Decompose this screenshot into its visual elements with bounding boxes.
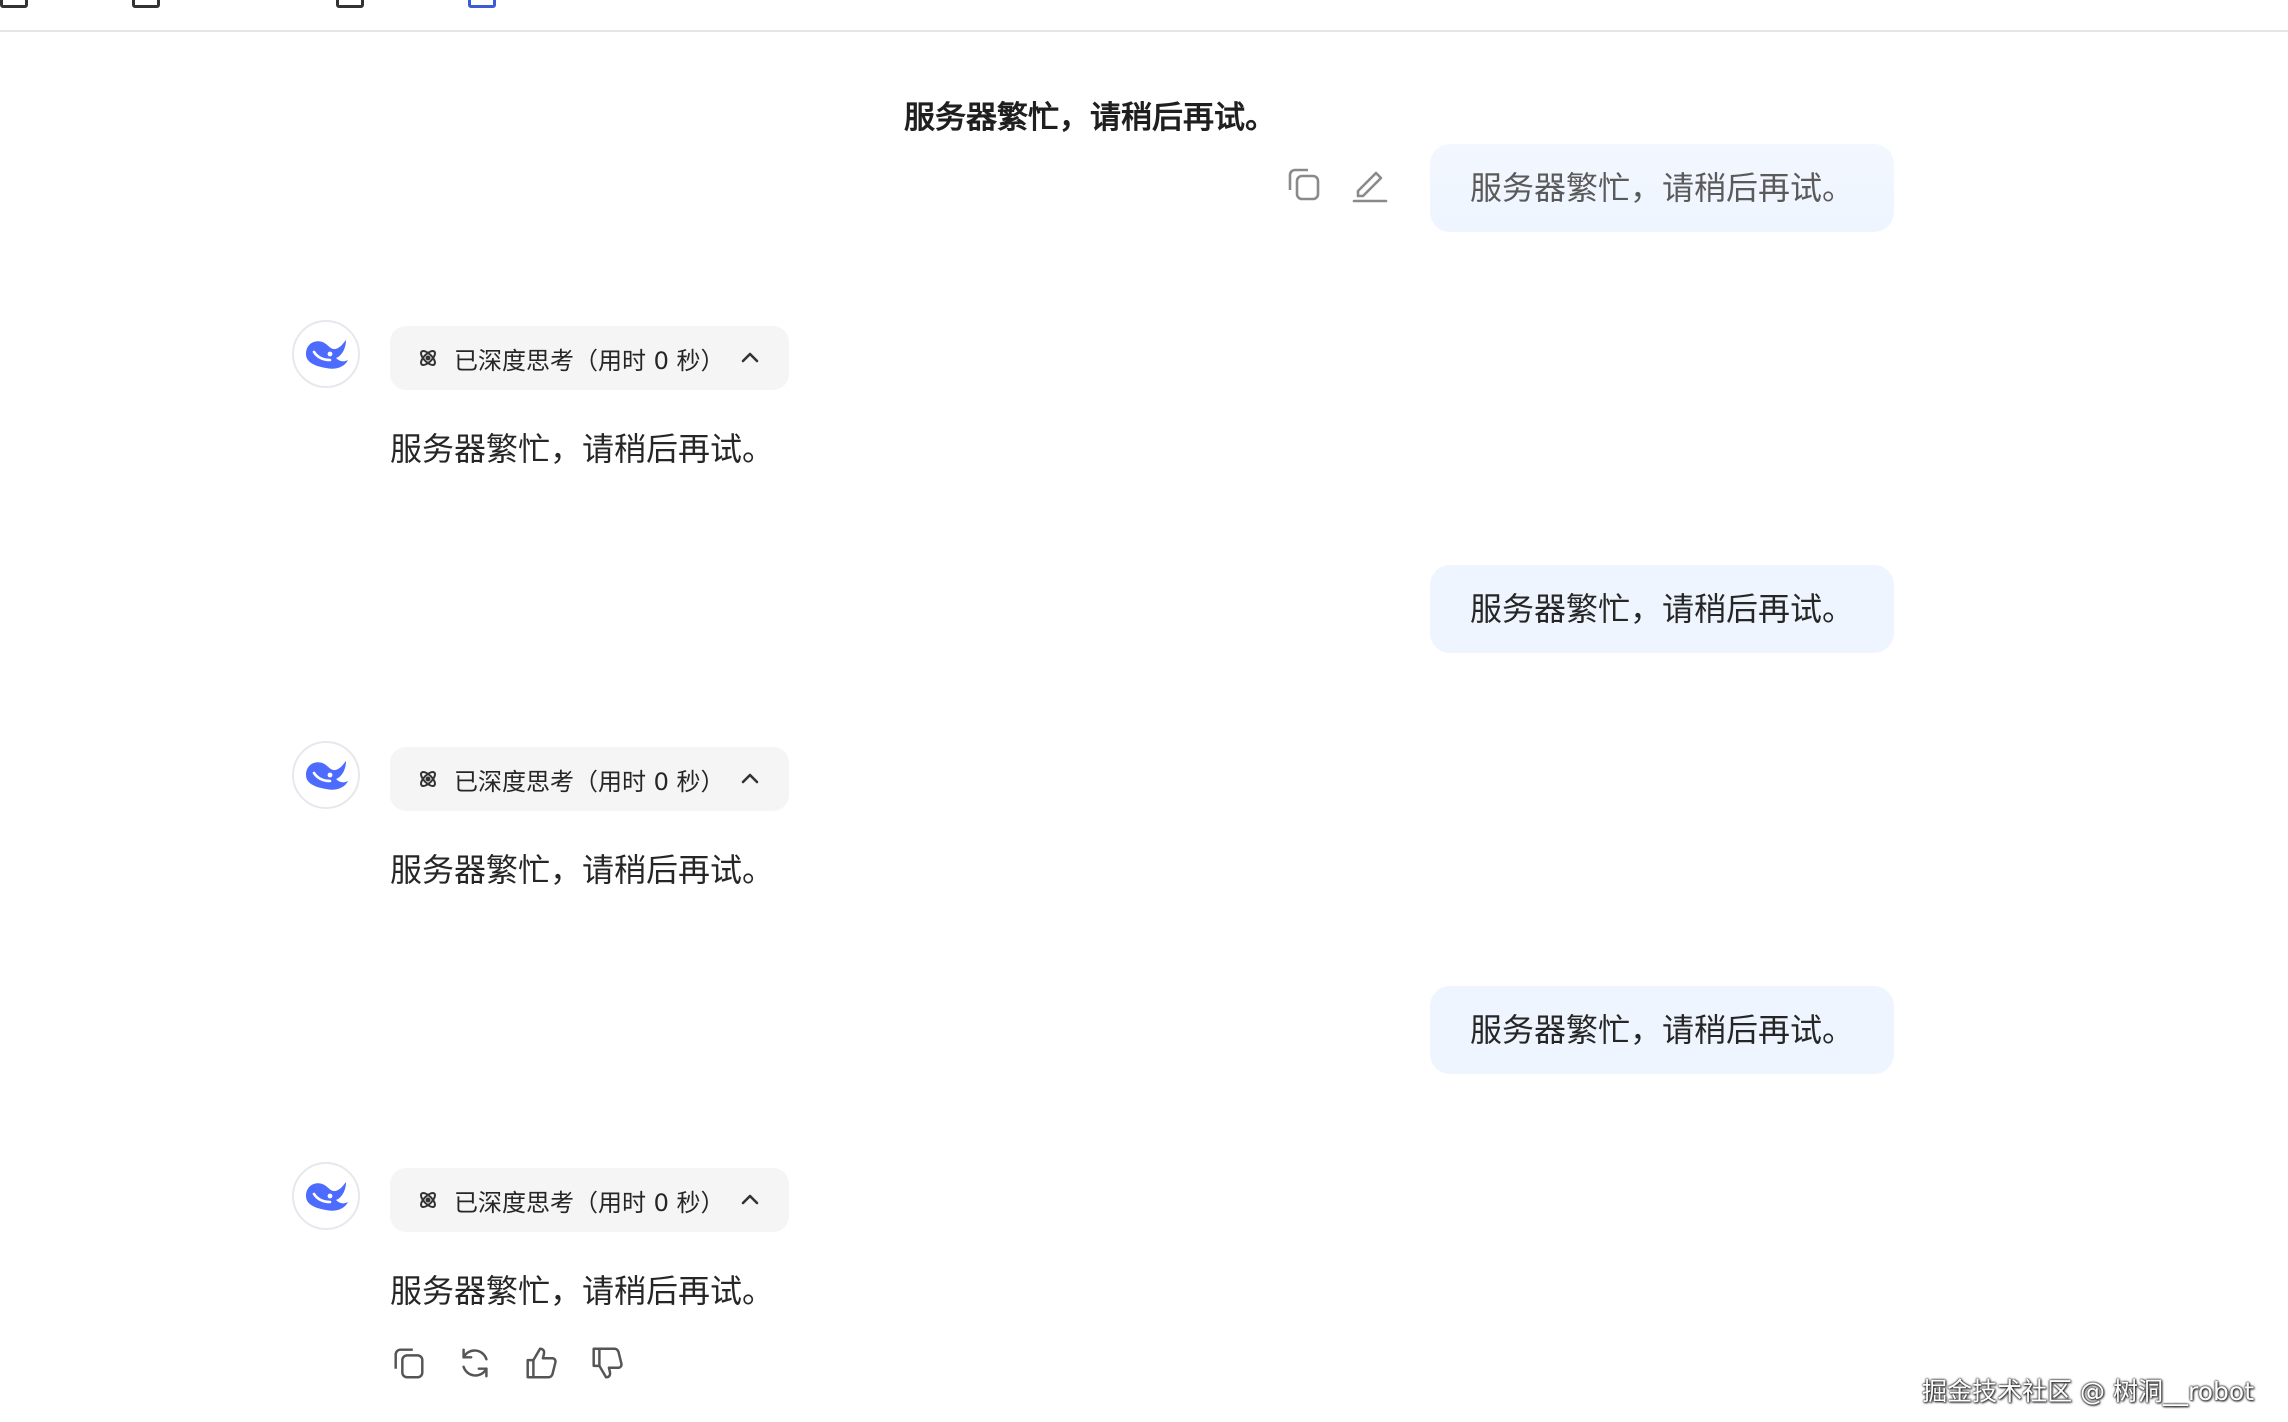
thinking-toggle[interactable]: 已深度思考（用时 0 秒） bbox=[390, 747, 789, 811]
conversation-title: 服务器繁忙，请稍后再试。 bbox=[904, 100, 1276, 136]
bookmark-item[interactable] bbox=[336, 0, 364, 10]
assistant-message-text: 服务器繁忙，请稍后再试。 bbox=[390, 851, 775, 889]
chat-page: 服务器繁忙，请稍后再试。 服务器繁忙，请稍后再试。 已深度思考（用时 0 秒） … bbox=[0, 0, 2288, 1422]
thinking-toggle[interactable]: 已深度思考（用时 0 秒） bbox=[390, 326, 789, 390]
thinking-label: 已深度思考（用时 0 秒） bbox=[454, 346, 725, 375]
thinking-toggle[interactable]: 已深度思考（用时 0 秒） bbox=[390, 1168, 789, 1232]
atom-icon bbox=[416, 767, 440, 791]
whale-logo-icon bbox=[292, 741, 360, 809]
assistant-message-text: 服务器繁忙，请稍后再试。 bbox=[390, 430, 775, 468]
user-message: 服务器繁忙，请稍后再试。 bbox=[1288, 144, 1894, 232]
edit-icon[interactable] bbox=[1350, 164, 1390, 204]
user-message-bubble: 服务器繁忙，请稍后再试。 bbox=[1429, 144, 1894, 232]
assistant-message-text: 服务器繁忙，请稍后再试。 bbox=[390, 1272, 775, 1310]
chevron-up-icon bbox=[739, 347, 761, 369]
copy-icon[interactable] bbox=[1284, 164, 1324, 204]
atom-icon bbox=[416, 1188, 440, 1212]
folder-icon bbox=[132, 0, 160, 8]
watermark: 掘金技术社区 @ 树洞__robot bbox=[1922, 1377, 2254, 1406]
user-message-actions bbox=[1284, 164, 1390, 204]
site-favicon-icon bbox=[468, 0, 496, 8]
bookmarks-bar bbox=[0, 0, 2288, 32]
copy-icon[interactable] bbox=[390, 1344, 428, 1382]
user-message-bubble: 服务器繁忙，请稍后再试。 bbox=[1429, 986, 1894, 1074]
regenerate-icon[interactable] bbox=[456, 1344, 494, 1382]
thinking-label: 已深度思考（用时 0 秒） bbox=[454, 1188, 725, 1217]
thumbs-down-icon[interactable] bbox=[588, 1344, 626, 1382]
bookmark-item[interactable] bbox=[132, 0, 160, 10]
bookmark-item[interactable] bbox=[0, 0, 28, 10]
user-message-bubble: 服务器繁忙，请稍后再试。 bbox=[1429, 565, 1894, 653]
thinking-label: 已深度思考（用时 0 秒） bbox=[454, 767, 725, 796]
assistant-message-actions bbox=[390, 1344, 626, 1382]
bookmark-item[interactable] bbox=[468, 0, 496, 10]
chevron-up-icon bbox=[739, 768, 761, 790]
folder-icon bbox=[0, 0, 28, 8]
chevron-up-icon bbox=[739, 1189, 761, 1211]
whale-logo-icon bbox=[292, 320, 360, 388]
user-message: 服务器繁忙，请稍后再试。 bbox=[1429, 986, 1894, 1074]
folder-icon bbox=[336, 0, 364, 8]
thumbs-up-icon[interactable] bbox=[522, 1344, 560, 1382]
user-message: 服务器繁忙，请稍后再试。 bbox=[1429, 565, 1894, 653]
whale-logo-icon bbox=[292, 1162, 360, 1230]
atom-icon bbox=[416, 346, 440, 370]
